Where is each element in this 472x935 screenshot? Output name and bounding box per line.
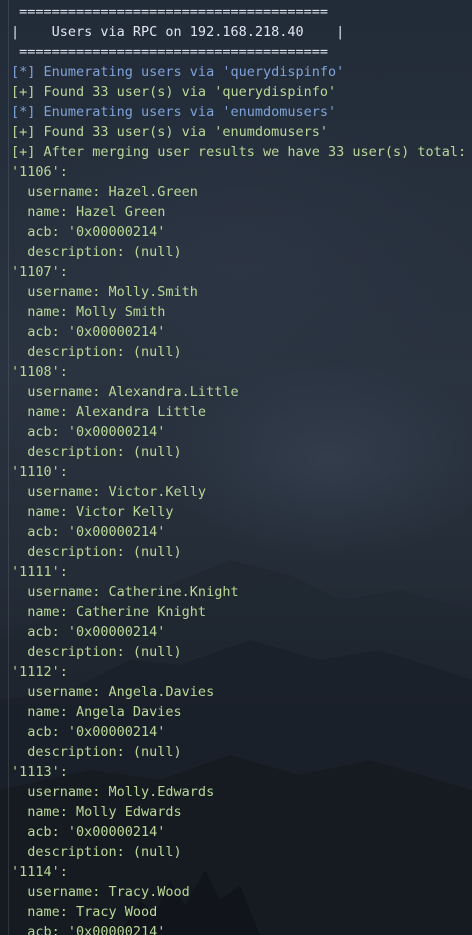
user-acb: acb: '0x00000214' [11, 524, 166, 540]
user-description: description: (null) [11, 844, 182, 860]
user-name: name: Alexandra Little [11, 404, 207, 420]
user-description: description: (null) [11, 644, 182, 660]
user-description: description: (null) [11, 544, 182, 560]
user-acb: acb: '0x00000214' [11, 724, 166, 740]
status-line-info: [*] Enumerating users via 'querydispinfo… [11, 64, 345, 80]
user-rid: '1108': [11, 364, 68, 380]
user-description: description: (null) [11, 444, 182, 460]
user-rid: '1114': [11, 864, 68, 880]
banner-rule-top: ====================================== [11, 4, 328, 20]
user-acb: acb: '0x00000214' [11, 924, 166, 935]
user-name: name: Molly Edwards [11, 804, 182, 820]
user-acb: acb: '0x00000214' [11, 424, 166, 440]
user-username: username: Catherine.Knight [11, 584, 239, 600]
user-username: username: Angela.Davies [11, 684, 215, 700]
banner-title: | Users via RPC on 192.168.218.40 | [11, 24, 345, 40]
user-username: username: Molly.Smith [11, 284, 198, 300]
user-name: name: Tracy Wood [11, 904, 158, 920]
banner-rule-bottom: ====================================== [11, 44, 328, 60]
user-description: description: (null) [11, 744, 182, 760]
user-username: username: Hazel.Green [11, 184, 198, 200]
user-username: username: Alexandra.Little [11, 384, 239, 400]
terminal-output[interactable]: ====================================== |… [0, 0, 472, 935]
user-name: name: Molly Smith [11, 304, 166, 320]
status-line-success: [+] Found 33 user(s) via 'querydispinfo' [11, 84, 337, 100]
user-rid: '1107': [11, 264, 68, 280]
status-line-info: [*] Enumerating users via 'enumdomusers' [11, 104, 337, 120]
user-name: name: Angela Davies [11, 704, 182, 720]
user-description: description: (null) [11, 244, 182, 260]
user-description: description: (null) [11, 344, 182, 360]
user-acb: acb: '0x00000214' [11, 624, 166, 640]
status-line-success: [+] Found 33 user(s) via 'enumdomusers' [11, 124, 328, 140]
user-name: name: Hazel Green [11, 204, 166, 220]
user-username: username: Victor.Kelly [11, 484, 207, 500]
user-rid: '1113': [11, 764, 68, 780]
user-rid: '1110': [11, 464, 68, 480]
status-line-success: [+] After merging user results we have 3… [11, 144, 467, 160]
user-name: name: Catherine Knight [11, 604, 207, 620]
user-username: username: Tracy.Wood [11, 884, 190, 900]
user-acb: acb: '0x00000214' [11, 224, 166, 240]
user-acb: acb: '0x00000214' [11, 824, 166, 840]
user-acb: acb: '0x00000214' [11, 324, 166, 340]
user-username: username: Molly.Edwards [11, 784, 215, 800]
user-name: name: Victor Kelly [11, 504, 174, 520]
user-rid: '1111': [11, 564, 68, 580]
user-rid: '1106': [11, 164, 68, 180]
user-rid: '1112': [11, 664, 68, 680]
